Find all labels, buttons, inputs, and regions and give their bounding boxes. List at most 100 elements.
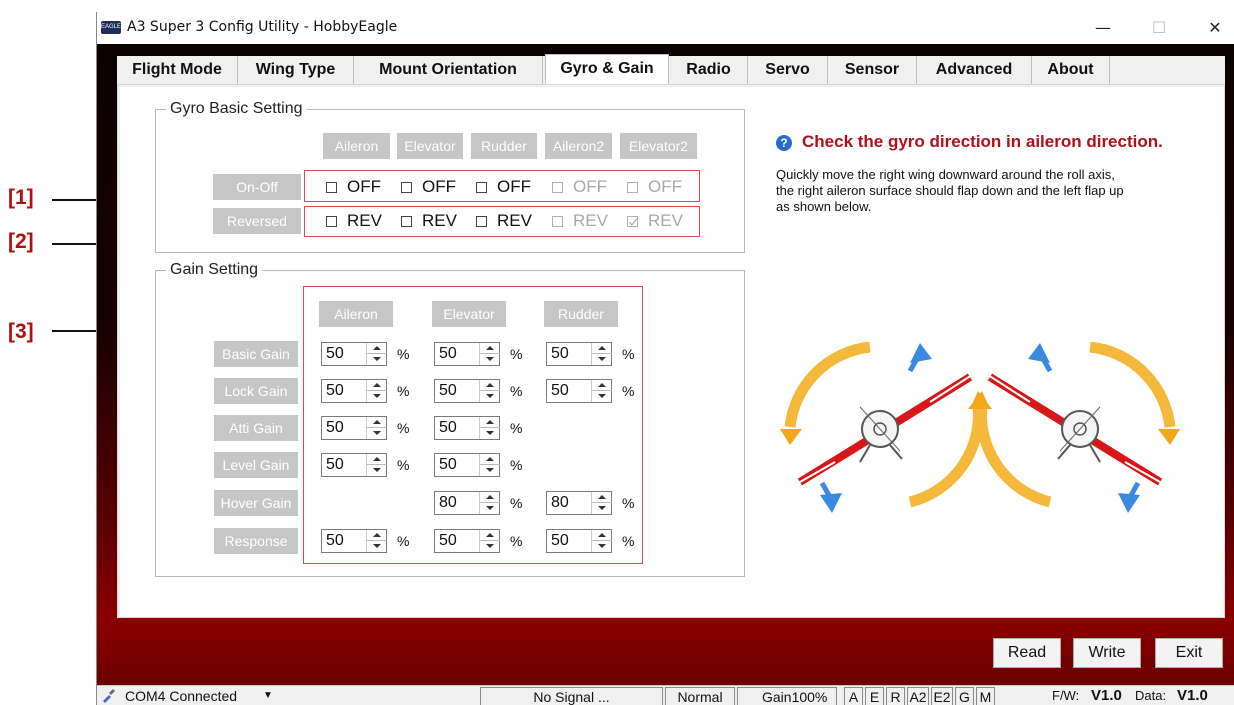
aileron2-rev-checkbox[interactable]: REV xyxy=(552,209,608,233)
atti-gain-aileron-spinner[interactable]: 50 xyxy=(321,416,387,440)
level-gain-aileron-spinner[interactable]: 50 xyxy=(321,453,387,477)
spin-up-icon[interactable] xyxy=(592,530,612,541)
percent-unit: % xyxy=(510,495,523,511)
connection-status[interactable]: COM4 Connected xyxy=(125,686,237,705)
percent-unit: % xyxy=(622,346,635,362)
spin-down-icon[interactable] xyxy=(480,541,500,552)
spin-down-icon[interactable] xyxy=(592,391,612,402)
percent-unit: % xyxy=(622,533,635,549)
spin-up-icon[interactable] xyxy=(480,492,500,503)
spin-up-icon[interactable] xyxy=(592,380,612,391)
maximize-button[interactable]: ☐ xyxy=(1139,16,1179,40)
basic-gain-elevator-spinner[interactable]: 50 xyxy=(434,342,500,366)
rudder-rev-checkbox[interactable]: REV xyxy=(476,209,532,233)
lock-gain-elevator-spinner[interactable]: 50 xyxy=(434,379,500,403)
spin-up-icon[interactable] xyxy=(367,454,387,465)
spin-up-icon[interactable] xyxy=(480,417,500,428)
arrow-head-icon xyxy=(780,429,802,445)
info-title: Check the gyro direction in aileron dire… xyxy=(802,132,1163,151)
spin-down-icon[interactable] xyxy=(480,465,500,476)
spin-up-icon[interactable] xyxy=(480,380,500,391)
checkbox-label: OFF xyxy=(497,177,531,196)
aileron2-onoff-checkbox[interactable]: OFF xyxy=(552,175,607,199)
help-icon: ? xyxy=(776,135,792,151)
spin-down-icon[interactable] xyxy=(480,503,500,514)
exit-button[interactable]: Exit xyxy=(1155,638,1223,668)
spin-up-icon[interactable] xyxy=(480,454,500,465)
aileron-onoff-checkbox[interactable]: OFF xyxy=(326,175,381,199)
tab-sensor[interactable]: Sensor xyxy=(828,56,917,84)
lock-gain-aileron-spinner[interactable]: 50 xyxy=(321,379,387,403)
checkbox-box-checked xyxy=(627,215,638,227)
percent-unit: % xyxy=(397,383,410,399)
checkbox-box xyxy=(552,181,563,193)
checkbox-box xyxy=(552,215,563,227)
spin-down-icon[interactable] xyxy=(592,354,612,365)
response-rudder-spinner[interactable]: 50 xyxy=(546,529,612,553)
tab-gyro-gain[interactable]: Gyro & Gain xyxy=(545,54,669,85)
channel-r: R xyxy=(886,687,905,705)
hover-gain-elevator-spinner[interactable]: 80 xyxy=(434,491,500,515)
spinner-value: 50 xyxy=(439,419,457,436)
annotation-3: [3] xyxy=(8,320,34,343)
level-gain-elevator-spinner[interactable]: 50 xyxy=(434,453,500,477)
hover-gain-rudder-spinner[interactable]: 80 xyxy=(546,491,612,515)
checkbox-label: REV xyxy=(422,211,457,230)
spin-down-icon[interactable] xyxy=(367,391,387,402)
write-button[interactable]: Write xyxy=(1073,638,1141,668)
spin-down-icon[interactable] xyxy=(480,428,500,439)
spin-down-icon[interactable] xyxy=(480,391,500,402)
spin-down-icon[interactable] xyxy=(367,465,387,476)
percent-unit: % xyxy=(622,383,635,399)
tab-servo[interactable]: Servo xyxy=(748,56,828,84)
spinner-value: 50 xyxy=(439,382,457,399)
tab-mount-orientation[interactable]: Mount Orientation xyxy=(354,56,543,84)
response-aileron-spinner[interactable]: 50 xyxy=(321,529,387,553)
tab-panel: Gyro Basic Setting Aileron Elevator Rudd… xyxy=(117,84,1225,618)
atti-gain-elevator-spinner[interactable]: 50 xyxy=(434,416,500,440)
elevator-onoff-checkbox[interactable]: OFF xyxy=(401,175,456,199)
tab-wing-type[interactable]: Wing Type xyxy=(238,56,354,84)
atti-gain-label: Atti Gain xyxy=(214,415,298,441)
spin-down-icon[interactable] xyxy=(367,354,387,365)
tab-radio[interactable]: Radio xyxy=(670,56,748,84)
arrow-up-blue-shaft xyxy=(907,355,921,373)
basic-gain-aileron-spinner[interactable]: 50 xyxy=(321,342,387,366)
minimize-button[interactable]: — xyxy=(1083,16,1123,40)
elevator2-rev-checkbox[interactable]: REV xyxy=(627,209,683,233)
percent-unit: % xyxy=(622,495,635,511)
wing-highlight xyxy=(987,374,1031,403)
spin-up-icon[interactable] xyxy=(367,380,387,391)
spin-up-icon[interactable] xyxy=(480,530,500,541)
percent-unit: % xyxy=(510,457,523,473)
spin-down-icon[interactable] xyxy=(367,428,387,439)
spin-up-icon[interactable] xyxy=(592,492,612,503)
arrow-up-blue-icon xyxy=(910,343,932,363)
spinner-value: 50 xyxy=(439,345,457,362)
checkbox-label: REV xyxy=(347,211,382,230)
lock-gain-rudder-spinner[interactable]: 50 xyxy=(546,379,612,403)
spin-down-icon[interactable] xyxy=(480,354,500,365)
spin-down-icon[interactable] xyxy=(592,541,612,552)
read-button[interactable]: Read xyxy=(993,638,1061,668)
spin-down-icon[interactable] xyxy=(592,503,612,514)
aileron-rev-checkbox[interactable]: REV xyxy=(326,209,382,233)
response-elevator-spinner[interactable]: 50 xyxy=(434,529,500,553)
connection-dropdown-icon[interactable]: ▼ xyxy=(263,686,273,705)
tab-about[interactable]: About xyxy=(1032,56,1110,84)
spin-up-icon[interactable] xyxy=(367,417,387,428)
elevator2-onoff-checkbox[interactable]: OFF xyxy=(627,175,682,199)
elevator-rev-checkbox[interactable]: REV xyxy=(401,209,457,233)
tab-advanced[interactable]: Advanced xyxy=(917,56,1032,84)
tab-flight-mode[interactable]: Flight Mode xyxy=(117,56,238,84)
spinner-arrows xyxy=(591,530,612,552)
spin-down-icon[interactable] xyxy=(367,541,387,552)
rudder-onoff-checkbox[interactable]: OFF xyxy=(476,175,531,199)
spin-up-icon[interactable] xyxy=(367,530,387,541)
spin-up-icon[interactable] xyxy=(480,343,500,354)
spin-up-icon[interactable] xyxy=(367,343,387,354)
basic-gain-rudder-spinner[interactable]: 50 xyxy=(546,342,612,366)
gain-setting-group: Gain Setting Aileron Elevator Rudder Bas… xyxy=(155,261,745,577)
close-button[interactable]: ✕ xyxy=(1195,16,1234,40)
spin-up-icon[interactable] xyxy=(592,343,612,354)
